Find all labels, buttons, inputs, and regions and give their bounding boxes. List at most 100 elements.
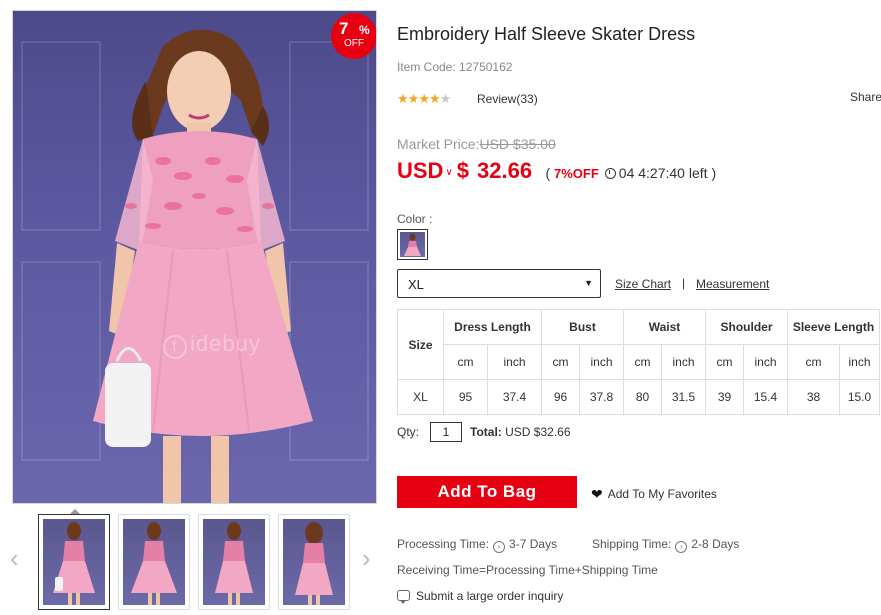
thumbnail-dress-image — [295, 522, 333, 605]
sale-price: 32.66 — [477, 158, 533, 183]
measurement-link[interactable]: Measurement — [696, 277, 769, 291]
processing-time: Processing Time: › 3-7 Days — [397, 537, 557, 553]
unit-cell: cm — [623, 344, 662, 380]
thumbnail-dress-image — [131, 522, 177, 605]
chevron-left-icon[interactable]: ‹ — [10, 545, 19, 571]
size-chart-link[interactable]: Size Chart — [615, 277, 671, 291]
thumbnail-1[interactable] — [38, 514, 110, 610]
large-order-inquiry-link[interactable]: Submit a large order inquiry — [397, 589, 564, 604]
deal-close-paren: ) — [711, 165, 717, 181]
unit-cell: inch — [743, 344, 788, 380]
star-icon: ★ — [418, 91, 430, 106]
star-icon: ★ — [397, 91, 409, 106]
thumbnail-2[interactable] — [118, 514, 190, 610]
table-row: XL 95 37.4 96 37.8 80 31.5 39 15.4 38 15… — [397, 379, 880, 415]
currency-selector[interactable]: USD — [397, 158, 443, 183]
chevron-right-circle-icon[interactable]: › — [675, 541, 688, 553]
unit-cell: cm — [705, 344, 744, 380]
add-to-favorites-button[interactable]: ❤ Add To My Favorites — [591, 486, 717, 503]
size-table-size-header: Size — [397, 309, 444, 380]
value-cell: 96 — [541, 379, 580, 415]
value-cell: 15.4 — [743, 379, 788, 415]
color-swatch-image — [404, 233, 421, 256]
unit-cell: cm — [787, 344, 840, 380]
rating-stars: ★★★★★ — [397, 91, 452, 107]
chevron-down-icon[interactable]: ∨ — [445, 167, 452, 178]
discount-badge: 7 % OFF — [331, 13, 376, 59]
chevron-right-icon[interactable]: › — [362, 545, 371, 571]
market-price-value: USD $35.00 — [479, 136, 556, 152]
favorites-label: Add To My Favorites — [607, 487, 717, 501]
product-main-image[interactable]: t idebuy 7 % OFF — [12, 10, 377, 504]
unit-cell: cm — [541, 344, 580, 380]
shipping-value: 2-8 Days — [691, 537, 740, 551]
processing-label: Processing Time: — [397, 537, 490, 551]
market-price: Market Price:USD $35.00 — [397, 136, 556, 152]
discount-percent: 7 — [339, 19, 349, 38]
review-link[interactable]: Review(33) — [477, 92, 538, 106]
link-separator: | — [682, 276, 686, 290]
receiving-time-note: Receiving Time=Processing Time+Shipping … — [397, 563, 658, 577]
size-cell: XL — [397, 379, 444, 415]
star-icon: ★ — [407, 91, 420, 106]
discount-percent-sign: % — [359, 23, 370, 37]
brand-watermark: t idebuy — [163, 331, 261, 359]
unit-cell: inch — [661, 344, 706, 380]
size-table-header-dress-length: Dress Length — [443, 309, 542, 345]
unit-cell: inch — [579, 344, 624, 380]
shipping-time: Shipping Time: › 2-8 Days — [592, 537, 739, 553]
unit-cell: cm — [443, 344, 488, 380]
total-value: USD $32.66 — [505, 425, 571, 439]
deal-open-paren: ( — [545, 165, 551, 181]
watermark-text: idebuy — [190, 331, 261, 356]
unit-cell: inch — [487, 344, 542, 380]
dropdown-arrow-icon[interactable]: ▼ — [584, 278, 593, 288]
chat-icon — [397, 590, 410, 604]
value-cell: 31.5 — [661, 379, 706, 415]
thumbnail-dress-image — [53, 522, 95, 605]
countdown-timer: 04 4:27:40 left — [618, 165, 708, 181]
add-to-bag-button[interactable]: Add To Bag — [397, 476, 577, 508]
color-label: Color : — [397, 212, 433, 226]
value-cell: 37.8 — [579, 379, 624, 415]
star-icon: ★ — [439, 91, 452, 106]
shipping-label: Shipping Time: — [592, 537, 672, 551]
share-button[interactable]: Share — [850, 90, 881, 104]
deal-off-label: 7%OFF — [554, 166, 599, 181]
item-code-value: 12750162 — [459, 60, 513, 74]
thumbnail-4[interactable] — [278, 514, 350, 610]
value-cell: 37.4 — [487, 379, 542, 415]
chevron-right-circle-icon[interactable]: › — [493, 541, 506, 553]
market-price-label: Market Price: — [397, 136, 480, 152]
inquiry-label: Submit a large order inquiry — [416, 589, 564, 603]
order-total: Total: USD $32.66 — [470, 425, 571, 439]
star-icon: ★ — [428, 91, 441, 106]
thumbnail-3[interactable] — [198, 514, 270, 610]
value-cell: 80 — [623, 379, 662, 415]
currency-symbol: $ — [456, 158, 470, 183]
deal-info: ( 7%OFF 04 4:27:40 left ) — [545, 165, 716, 181]
item-code-label: Item Code: — [397, 60, 456, 74]
qty-label: Qty: — [397, 425, 420, 439]
size-table: Size Dress Length Bust Waist Shoulder Sl… — [397, 309, 880, 415]
total-label: Total: — [470, 425, 502, 439]
processing-value: 3-7 Days — [509, 537, 558, 551]
unit-cell: inch — [839, 344, 880, 380]
value-cell: 15.0 — [839, 379, 880, 415]
model-dress-illustration — [93, 29, 313, 503]
thumbnail-dress-image — [215, 522, 253, 605]
value-cell: 39 — [705, 379, 744, 415]
value-cell: 38 — [787, 379, 840, 415]
value-cell: 95 — [443, 379, 488, 415]
size-select-value: XL — [408, 277, 424, 292]
heart-icon: ❤ — [591, 486, 603, 502]
size-table-header-shoulder: Shoulder — [705, 309, 788, 345]
color-swatch-pink[interactable] — [397, 229, 428, 260]
size-table-header-sleeve-length: Sleeve Length — [787, 309, 880, 345]
price-row: USD ∨ $32.66 ( 7%OFF 04 4:27:40 left ) — [397, 158, 716, 184]
size-select[interactable]: XL ▼ — [397, 269, 601, 298]
product-title: Embroidery Half Sleeve Skater Dress — [397, 24, 696, 44]
quantity-input[interactable]: 1 — [430, 422, 462, 442]
watermark-letter: t — [163, 335, 187, 359]
clock-icon — [604, 168, 616, 179]
